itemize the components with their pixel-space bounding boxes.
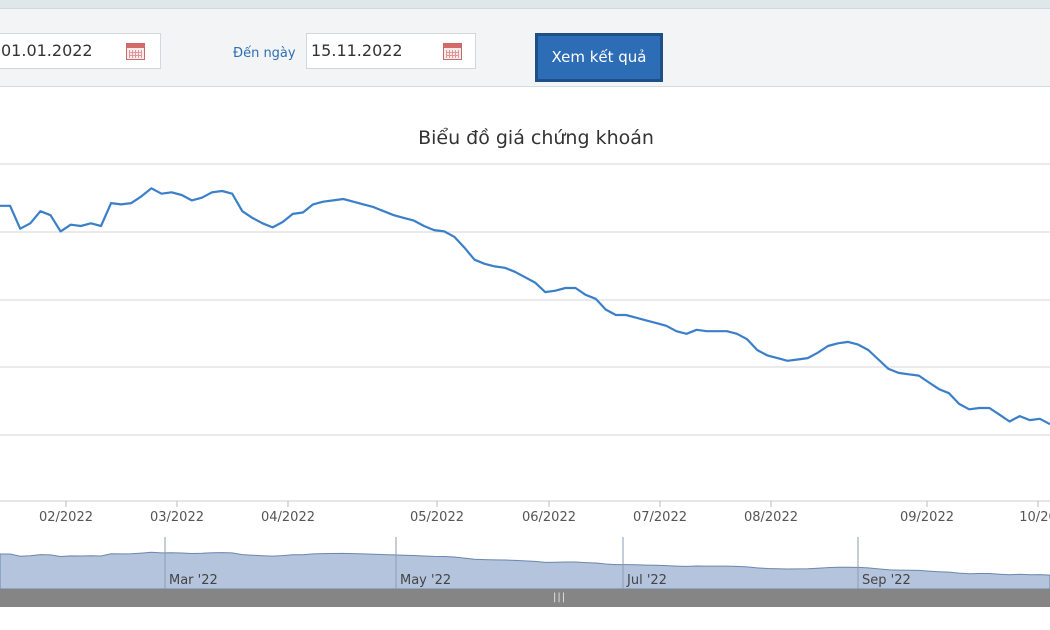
to-date-input[interactable]: 15.11.2022 [306, 33, 476, 69]
grid-lines [0, 163, 1050, 436]
navigator-label: Mar '22 [169, 573, 218, 588]
navigator-scrollbar[interactable]: ||| [0, 589, 1050, 607]
navigator-label: Jul '22 [626, 573, 667, 588]
x-tick-label: 09/2022 [900, 510, 954, 525]
from-date-value: 01.01.2022 [1, 41, 93, 60]
x-tick-label: 07/2022 [633, 510, 687, 525]
navigator-label: Sep '22 [862, 573, 911, 588]
to-date-label: Đến ngày [233, 46, 296, 61]
scrollbar-grip-icon[interactable]: ||| [553, 592, 566, 604]
calendar-icon[interactable] [126, 43, 145, 60]
x-tick-label: 06/2022 [522, 510, 576, 525]
stock-price-chart: Biểu đồ giá chứng khoán 02/2022 03/2022 04… [0, 127, 1050, 589]
price-series-line [0, 187, 1050, 426]
calendar-icon[interactable] [443, 43, 462, 60]
x-tick-label: 04/2022 [261, 510, 315, 525]
x-axis: 02/2022 03/2022 04/2022 05/2022 06/2022 07/20… [0, 500, 1050, 525]
range-navigator[interactable]: Mar '22 May '22 Jul '22 Sep '22 [0, 537, 1050, 589]
from-date-input[interactable]: 01.01.2022 [0, 33, 161, 69]
x-tick-label: 08/2022 [744, 510, 798, 525]
view-results-button[interactable]: Xem kết quả [535, 33, 663, 82]
x-tick-label: 05/2022 [410, 510, 464, 525]
navigator-label: May '22 [400, 573, 451, 588]
x-tick-label: 10/20 [1019, 510, 1050, 525]
x-tick-label: 03/2022 [150, 510, 204, 525]
chart-title: Biểu đồ giá chứng khoán [418, 127, 654, 149]
date-filter-toolbar: 01.01.2022 Đến ngày 15.11.2022 Xem kết q… [0, 9, 1050, 87]
top-strip [0, 0, 1050, 9]
x-tick-label: 02/2022 [39, 510, 93, 525]
to-date-value: 15.11.2022 [311, 41, 403, 60]
